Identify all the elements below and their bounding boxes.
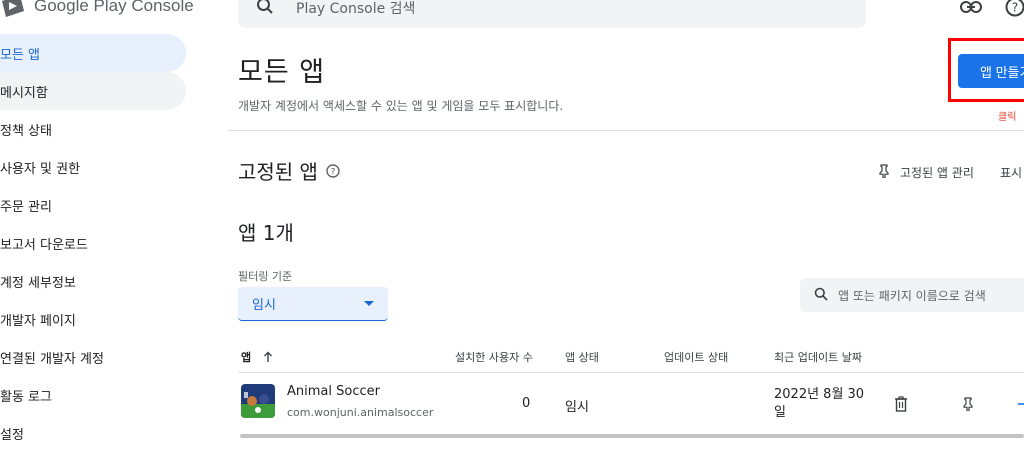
svg-text:?: ?	[1012, 1, 1018, 15]
sidebar: Google Play Console 모든 앱 메시지함 정책 상태 사용자 …	[0, 0, 200, 460]
pin-icon[interactable]	[960, 396, 976, 412]
click-annotation: 클릭	[998, 112, 1017, 123]
last-updated-value: 2022년 8월 30일	[774, 387, 865, 420]
search-placeholder: Play Console 검색	[296, 1, 416, 17]
create-app-button[interactable]: 앱 만들기	[958, 54, 1024, 88]
column-header-label: 앱	[241, 351, 252, 364]
search-icon	[256, 0, 274, 19]
column-header-status[interactable]: 앱 상태	[565, 349, 599, 365]
sidebar-item-label: 활동 로그	[0, 389, 52, 405]
arrow-right-icon[interactable]	[1014, 396, 1024, 412]
play-console-logo-icon	[0, 0, 26, 17]
link-icon[interactable]	[960, 0, 982, 18]
sidebar-item-users-permissions[interactable]: 사용자 및 권한	[0, 148, 186, 186]
sidebar-item-label: 정책 상태	[0, 123, 52, 139]
column-header-app[interactable]: 앱	[241, 349, 273, 366]
sidebar-item-label: 설정	[0, 427, 24, 443]
sidebar-item-all-apps[interactable]: 모든 앱	[0, 34, 186, 72]
column-header-installs[interactable]: 설치한 사용자 수	[455, 349, 533, 365]
sidebar-item-label: 보고서 다운로드	[0, 237, 88, 253]
arrow-up-icon	[263, 351, 273, 366]
app-icon	[241, 384, 275, 418]
sidebar-item-label: 모든 앱	[0, 47, 41, 63]
manage-pinned-label: 고정된 앱 관리	[900, 166, 974, 180]
help-icon[interactable]: ?	[1004, 0, 1024, 18]
sidebar-nav: 모든 앱 메시지함 정책 상태 사용자 및 권한 주문 관리 보고서 다운로드 …	[0, 34, 186, 452]
apps-count: 앱 1개	[238, 221, 294, 245]
sidebar-item-settings[interactable]: 설정	[0, 414, 186, 452]
manage-pinned-apps-button[interactable]: 고정된 앱 관리	[878, 164, 974, 181]
header-divider	[228, 130, 1024, 131]
sidebar-item-label: 연결된 개발자 계정	[0, 351, 104, 367]
app-search-placeholder: 앱 또는 패키지 이름으로 검색	[838, 288, 986, 303]
sidebar-item-label: 개발자 페이지	[0, 313, 76, 329]
column-header-update-status[interactable]: 업데이트 상태	[664, 349, 728, 365]
search-icon	[814, 287, 828, 304]
sidebar-item-linked-accounts[interactable]: 연결된 개발자 계정	[0, 338, 186, 376]
sidebar-item-inbox[interactable]: 메시지함	[0, 72, 186, 110]
column-header-last-updated[interactable]: 최근 업데이트 날짜	[774, 349, 862, 365]
app-package: com.wonjuni.animalsoccer	[287, 406, 434, 419]
installs-value: 0	[522, 396, 531, 411]
filter-select[interactable]: 임시	[238, 287, 388, 321]
app-name[interactable]: Animal Soccer	[287, 384, 380, 399]
svg-text:?: ?	[331, 167, 336, 177]
sidebar-item-label: 메시지함	[0, 85, 48, 101]
chevron-down-icon	[364, 301, 374, 306]
sidebar-item-policy-status[interactable]: 정책 상태	[0, 110, 186, 148]
sidebar-item-download-reports[interactable]: 보고서 다운로드	[0, 224, 186, 262]
sidebar-item-developer-page[interactable]: 개발자 페이지	[0, 300, 186, 338]
logo[interactable]: Google Play Console	[0, 0, 194, 18]
sidebar-item-label: 사용자 및 권한	[0, 161, 81, 177]
app-search-input[interactable]: 앱 또는 패키지 이름으로 검색	[800, 278, 1024, 312]
pin-icon	[878, 164, 890, 181]
sidebar-item-label: 주문 관리	[0, 199, 52, 215]
page-title: 모든 앱	[238, 57, 326, 88]
console-search-input[interactable]: Play Console 검색	[238, 0, 866, 28]
sidebar-item-order-management[interactable]: 주문 관리	[0, 186, 186, 224]
sidebar-item-account-details[interactable]: 계정 세부정보	[0, 262, 186, 300]
app-title: Google Play Console	[34, 0, 194, 15]
help-circle-icon[interactable]: ?	[326, 159, 340, 183]
pinned-apps-title: 고정된 앱	[238, 160, 318, 184]
delete-icon[interactable]	[893, 396, 909, 412]
app-status-value: 임시	[565, 400, 589, 415]
sidebar-item-activity-log[interactable]: 활동 로그	[0, 376, 186, 414]
horizontal-scrollbar[interactable]	[240, 434, 1024, 438]
filter-selected-value: 임시	[252, 298, 276, 313]
filter-label: 필터링 기준	[238, 270, 293, 283]
pinned-apps-heading: 고정된 앱 ?	[238, 156, 340, 185]
page-subtitle: 개발자 계정에서 액세스할 수 있는 앱 및 게임을 모두 표시합니다.	[238, 99, 564, 113]
sidebar-item-label: 계정 세부정보	[0, 275, 76, 291]
show-button[interactable]: 표시	[1000, 164, 1022, 181]
table-divider	[238, 372, 1024, 373]
